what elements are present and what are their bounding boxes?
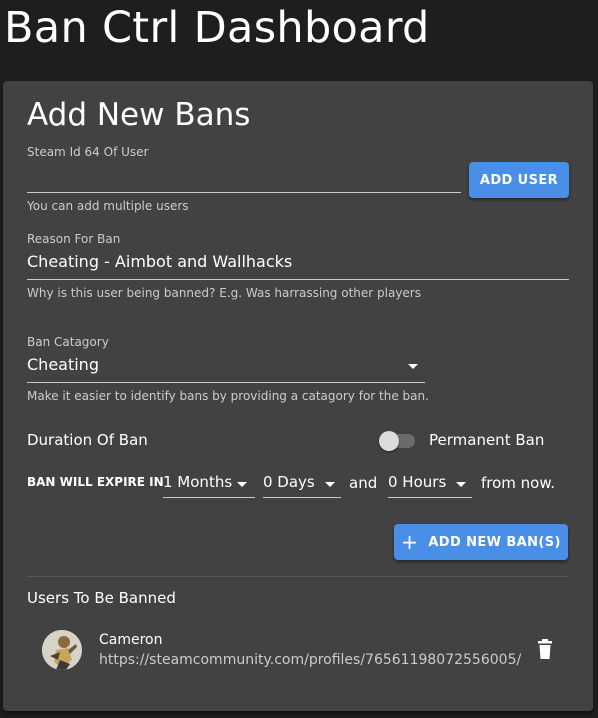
- avatar-image: [42, 630, 82, 670]
- steam-id-underline: [27, 192, 461, 193]
- permanent-ban-toggle[interactable]: [379, 431, 415, 451]
- add-user-button[interactable]: ADD USER: [469, 162, 569, 198]
- duration-label: Duration Of Ban: [27, 431, 148, 449]
- list-item: Cameron https://steamcommunity.com/profi…: [27, 621, 569, 681]
- add-new-bans-button[interactable]: + ADD NEW BAN(S): [394, 524, 568, 560]
- card-title: Add New Bans: [27, 97, 251, 133]
- category-select[interactable]: Cheating: [27, 354, 425, 382]
- section-divider: [27, 576, 569, 577]
- months-underline: [163, 497, 255, 498]
- reason-input[interactable]: Cheating - Aimbot and Wallhacks: [27, 251, 569, 279]
- toggle-thumb: [379, 431, 399, 451]
- avatar: [42, 630, 82, 670]
- steam-id-input[interactable]: [27, 163, 461, 193]
- reason-label: Reason For Ban: [27, 232, 121, 246]
- plus-icon: +: [401, 530, 419, 554]
- months-select[interactable]: 1 Months: [163, 467, 255, 498]
- category-value: Cheating: [27, 355, 99, 374]
- steam-id-label: Steam Id 64 Of User: [27, 145, 149, 159]
- reason-value: Cheating - Aimbot and Wallhacks: [27, 252, 293, 271]
- days-underline: [263, 497, 341, 498]
- category-label: Ban Catagory: [27, 335, 109, 349]
- days-select[interactable]: 0 Days: [263, 467, 341, 498]
- user-name: Cameron: [99, 632, 163, 648]
- reason-underline: [27, 279, 569, 280]
- expire-label: BAN WILL EXPIRE IN: [27, 475, 164, 489]
- chevron-down-icon: [325, 482, 335, 487]
- chevron-down-icon: [456, 482, 466, 487]
- chevron-down-icon: [408, 364, 418, 369]
- hours-underline: [388, 497, 472, 498]
- user-profile-url: https://steamcommunity.com/profiles/7656…: [99, 652, 522, 668]
- and-label: and: [349, 474, 378, 492]
- steam-id-hint: You can add multiple users: [27, 199, 189, 213]
- delete-user-button[interactable]: [535, 639, 555, 661]
- add-bans-card: Add New Bans Steam Id 64 Of User You can…: [3, 81, 593, 711]
- chevron-down-icon: [237, 482, 247, 487]
- hours-select[interactable]: 0 Hours: [388, 467, 472, 498]
- page-title: Ban Ctrl Dashboard: [4, 3, 430, 53]
- category-underline: [27, 382, 425, 383]
- permanent-ban-label: Permanent Ban: [429, 431, 545, 449]
- category-hint: Make it easier to identify bans by provi…: [27, 389, 429, 403]
- add-new-bans-label: ADD NEW BAN(S): [428, 534, 561, 550]
- reason-hint: Why is this user being banned? E.g. Was …: [27, 286, 421, 300]
- users-section-title: Users To Be Banned: [27, 589, 176, 607]
- trash-icon: [538, 639, 552, 659]
- from-now-label: from now.: [481, 474, 556, 492]
